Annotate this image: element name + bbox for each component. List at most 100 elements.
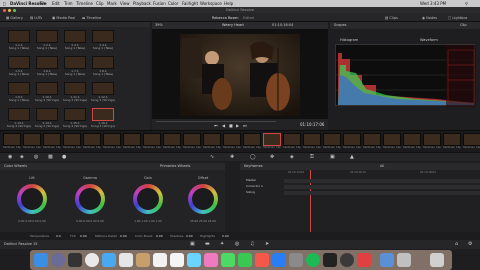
timeline-clip[interactable] [263,133,281,146]
gallery-still[interactable] [36,30,58,43]
apple-icon[interactable]:  [3,0,5,7]
temperature-value[interactable]: 0.0 [56,232,61,240]
chrome-icon[interactable] [85,253,99,267]
app-store-icon[interactable] [272,253,286,267]
fullscreen-window-icon[interactable] [13,8,16,12]
luts-button[interactable]: ▤ LUTs [30,15,42,21]
scrub-bar[interactable] [156,121,276,122]
timeline-clip[interactable] [363,133,381,146]
deliver-page-icon[interactable]: ➤ [265,241,269,247]
wheel-values[interactable]: 1.00 1.00 1.00 1.00 [128,219,168,223]
timeline-clip[interactable] [123,133,141,146]
gallery-still[interactable] [8,30,30,43]
siri-icon[interactable] [51,253,65,267]
photos-icon[interactable] [204,253,218,267]
menu-fairlight[interactable]: Fairlight [182,0,198,7]
maps-icon[interactable] [187,253,201,267]
gallery-button[interactable]: ▦ Gallery [6,15,23,21]
play-icon[interactable]: ▶ [236,123,239,128]
system-preferences-icon[interactable] [289,253,303,267]
timeline-clip[interactable] [243,133,261,146]
lift-wheel[interactable] [17,184,47,214]
stop-icon[interactable]: ■ [229,123,233,128]
keyframes-filter[interactable]: All [380,164,384,168]
sizing-icon[interactable]: ▣ [330,154,335,160]
menu-mark[interactable]: Mark [107,0,117,7]
key-icon[interactable]: ⚿ [310,154,314,160]
gallery-still[interactable] [8,108,30,121]
timeline-clip[interactable] [463,133,480,146]
downloads-folder-icon[interactable] [380,253,394,267]
lightbox-button[interactable]: □ Lightbox [448,15,467,21]
gallery-still[interactable] [92,56,114,69]
messages-icon[interactable] [221,253,235,267]
gallery-still[interactable] [36,56,58,69]
timeline-clip[interactable] [23,133,41,146]
fusion-page-icon[interactable]: ✦ [220,241,224,247]
home-icon[interactable]: ⌂ [455,241,458,247]
rgb-mixer-icon[interactable]: ▩ [48,154,53,160]
menu-playback[interactable]: Playback [133,0,151,7]
color-wheels-icon[interactable]: ◎ [34,154,38,160]
edit-page-icon[interactable]: ▬ [205,241,210,247]
viewer-zoom[interactable]: 39% [155,23,163,27]
menu-file[interactable]: File [40,0,47,7]
gain-wheel[interactable] [133,184,163,214]
timeline-clip[interactable] [43,133,61,146]
menu-view[interactable]: View [120,0,130,7]
gallery-still[interactable] [8,82,30,95]
gallery-still[interactable] [64,82,86,95]
menu-help[interactable]: Help [224,0,233,7]
wheel-values[interactable]: 25.00 25.00 25.00 [183,219,223,223]
timeline-clip[interactable] [383,133,401,146]
davinci-resolve-icon[interactable] [340,253,354,267]
kf-row-label[interactable]: Master [246,178,256,182]
color-match-icon[interactable]: ◈ [20,154,24,160]
viewer-frame[interactable] [180,34,300,116]
gallery-still[interactable] [36,108,58,121]
menu-timeline[interactable]: Timeline [76,0,93,7]
kf-row-label[interactable]: Corrector 1 [246,184,263,188]
shadows-value[interactable]: 0.00 [186,232,193,240]
reminders-icon[interactable] [170,253,184,267]
calendar-icon[interactable] [153,253,167,267]
midtone-value[interactable]: 0.00 [120,232,127,240]
notes-icon[interactable] [136,253,150,267]
timeline-clip[interactable] [63,133,81,146]
timeline-clip[interactable] [223,133,241,146]
menu-color[interactable]: Color [168,0,178,7]
skip-back-icon[interactable]: ⏮ [214,123,218,128]
timeline-clip[interactable] [323,133,341,146]
gallery-still[interactable] [64,30,86,43]
timeline-clip[interactable] [423,133,441,146]
spotify-icon[interactable] [306,253,320,267]
facetime-icon[interactable] [238,253,252,267]
kf-track[interactable] [284,179,480,183]
timeline-clip[interactable] [283,133,301,146]
clips-button[interactable]: ▧ Clips [385,15,398,21]
timeline-clip[interactable] [443,133,461,146]
timeline-clip[interactable] [203,133,221,146]
tracker-icon[interactable]: ✥ [270,154,274,160]
waveform-label[interactable]: Waveform [420,38,438,42]
trash-icon[interactable] [430,253,444,267]
timeline-button[interactable]: ▬ Timeline [82,15,101,21]
close-window-icon[interactable] [3,8,6,12]
timeline-clip[interactable] [103,133,121,146]
gallery-still[interactable] [64,56,86,69]
gallery-still[interactable] [92,108,114,121]
motion-effects-icon[interactable]: ● [62,154,66,160]
menu-trim[interactable]: Trim [64,0,73,7]
gallery-still[interactable] [92,82,114,95]
wheels-mode[interactable]: Primaries Wheels [160,164,190,168]
spotlight-icon[interactable]: ⚲ [465,0,468,7]
histogram-label[interactable]: Histogram [340,38,358,42]
app-icon[interactable] [357,253,371,267]
timeline-clip[interactable] [303,133,321,146]
menu-clip[interactable]: Clip [96,0,104,7]
kf-track[interactable] [284,191,480,195]
music-icon[interactable] [255,253,269,267]
finder-icon[interactable] [34,253,48,267]
color-page-icon[interactable]: ◎ [235,241,239,247]
contacts-icon[interactable] [119,253,133,267]
